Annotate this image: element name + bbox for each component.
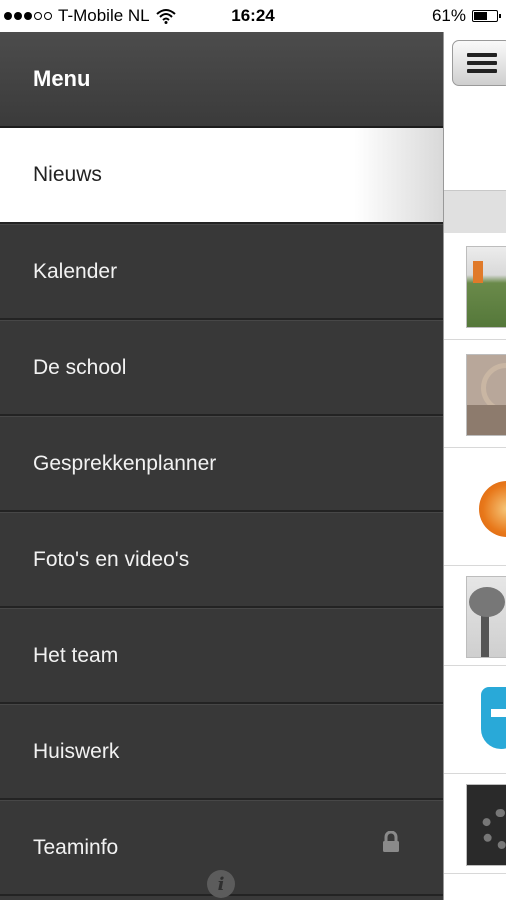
battery-percent: 61% <box>431 6 466 25</box>
tree-photo <box>466 576 506 658</box>
hamburger-icon[interactable] <box>452 40 506 86</box>
list-item[interactable] <box>444 232 506 340</box>
rings-photo <box>466 354 506 436</box>
battery-icon <box>472 10 501 22</box>
menu-item-label: Gesprekkenplanner <box>33 451 217 475</box>
list-item[interactable] <box>444 566 506 666</box>
orange-photo <box>466 466 506 548</box>
menu-item-nieuws[interactable]: Nieuws <box>0 128 443 224</box>
menu-item-label: Huiswerk <box>33 739 120 763</box>
list-item[interactable] <box>444 666 506 774</box>
menu-item-kalender[interactable]: Kalender <box>0 224 443 320</box>
side-menu-drawer: Menu Nieuws Kalender De school Gesprekke… <box>0 32 443 900</box>
menu-item-huiswerk[interactable]: Huiswerk <box>0 704 443 800</box>
menu-item-gesprekkenplanner[interactable]: Gesprekkenplanner <box>0 416 443 512</box>
gears-photo <box>466 784 506 866</box>
info-icon[interactable]: i <box>207 870 235 898</box>
section-bar <box>444 190 506 233</box>
menu-item-label: Teaminfo <box>33 835 119 859</box>
list-item[interactable] <box>444 448 506 566</box>
blue-logo <box>466 680 506 762</box>
menu-item-label: Kalender <box>33 259 118 283</box>
menu-item-het-team[interactable]: Het team <box>0 608 443 704</box>
main-content-peek <box>443 32 506 900</box>
lock-icon <box>383 831 399 852</box>
menu-item-label: Het team <box>33 643 119 667</box>
list-item[interactable] <box>444 774 506 874</box>
football-field-photo <box>466 246 506 328</box>
status-right: 61% <box>431 6 501 26</box>
menu-item-fotos-en-videos[interactable]: Foto's en video's <box>0 512 443 608</box>
clock: 16:24 <box>231 6 275 25</box>
menu-item-label: Foto's en video's <box>33 547 190 571</box>
status-bar: T-Mobile NL 16:24 61% <box>0 0 506 32</box>
menu-title: Menu <box>0 32 443 128</box>
menu-item-label: De school <box>33 355 127 379</box>
menu-item-label: Nieuws <box>33 163 102 186</box>
menu-item-de-school[interactable]: De school <box>0 320 443 416</box>
list-item[interactable] <box>444 340 506 448</box>
